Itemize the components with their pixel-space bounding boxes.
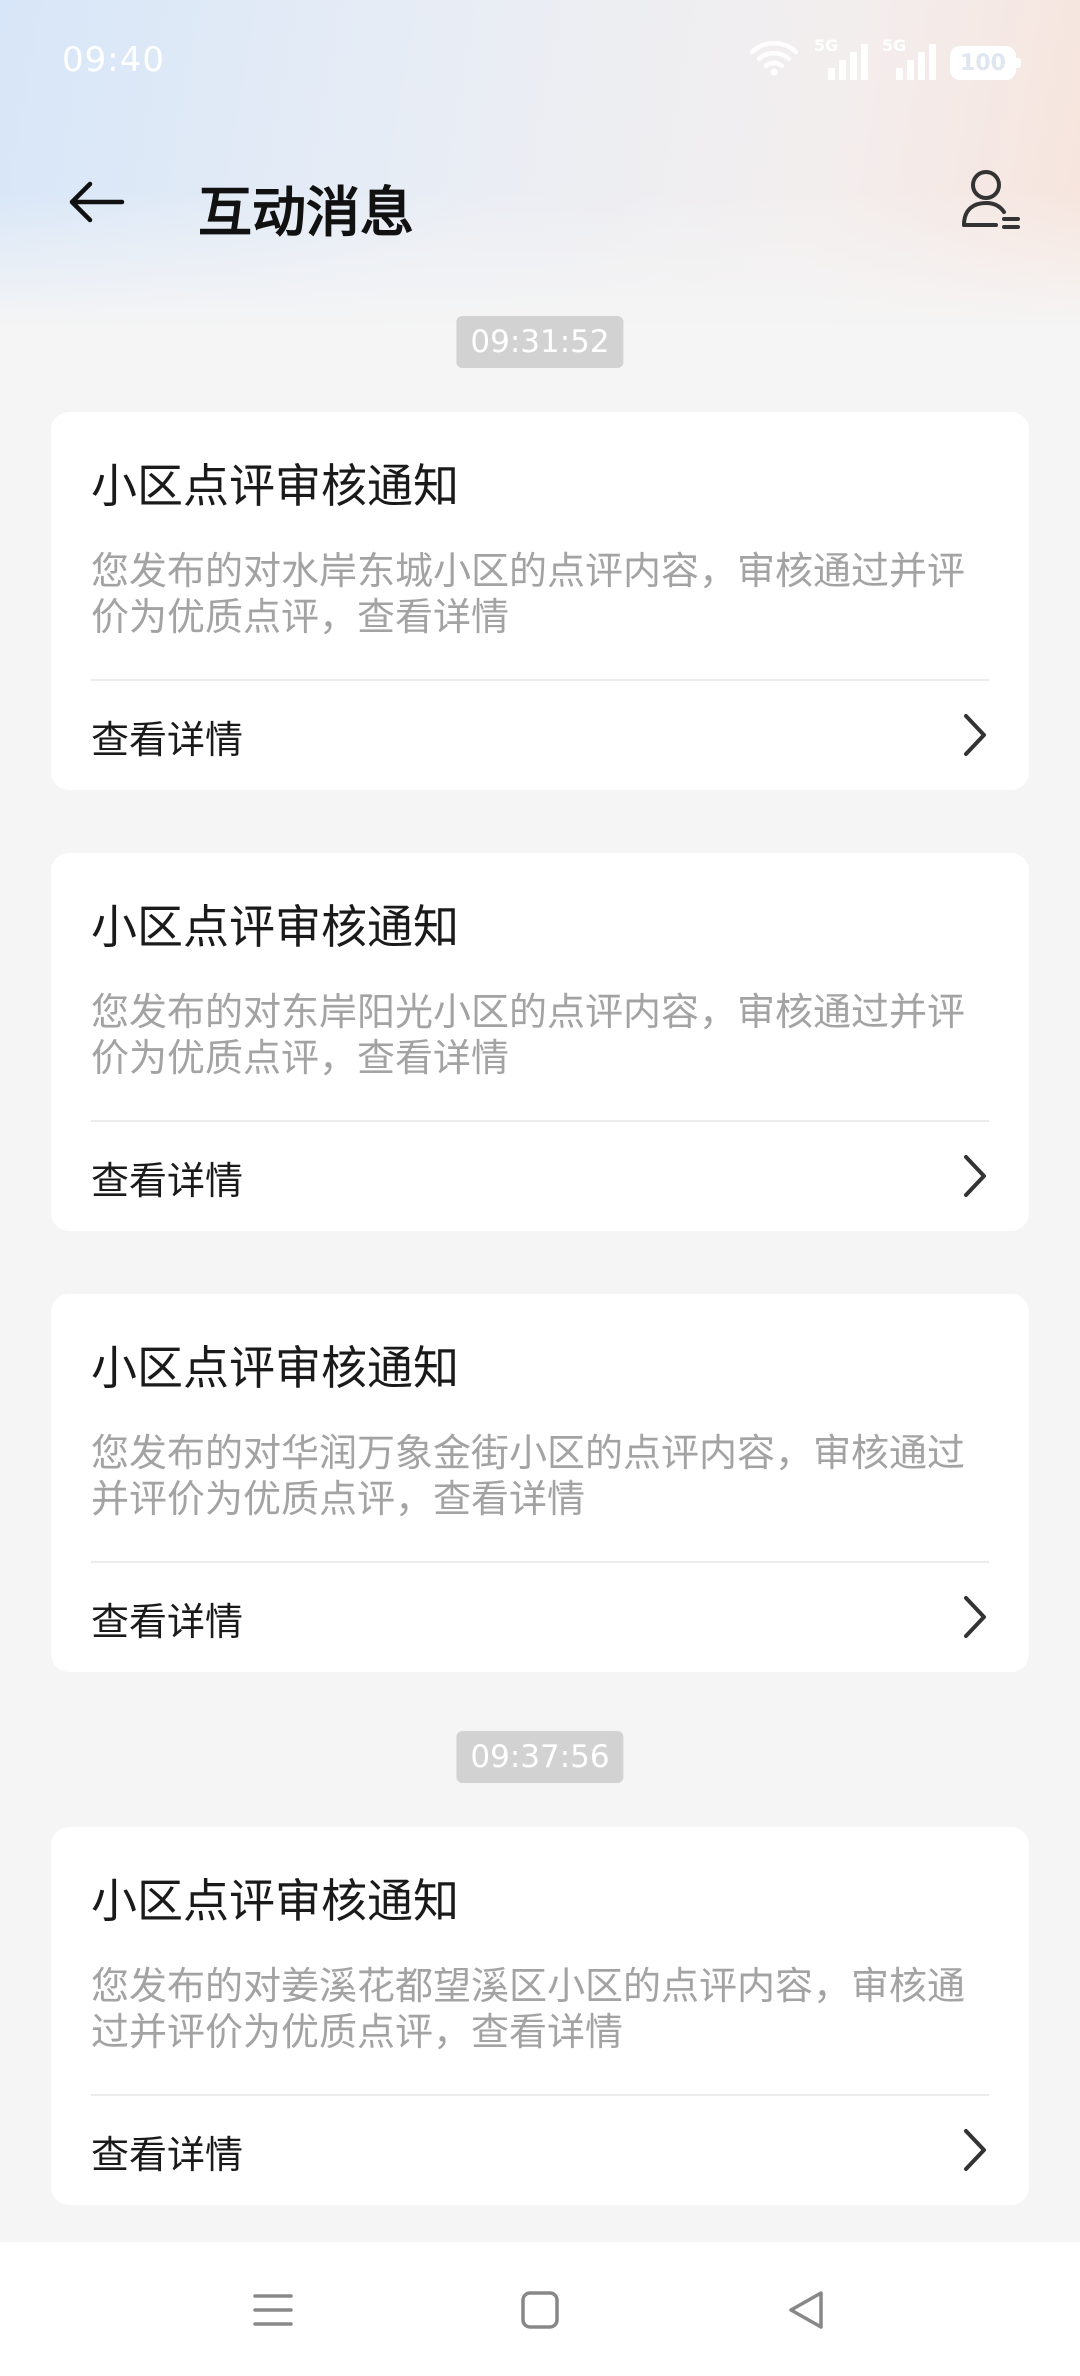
back-nav-button[interactable] (766, 2270, 846, 2350)
page-title: 互动消息 (198, 181, 414, 244)
time-separator: 09:31:52 (456, 316, 624, 368)
card-title: 小区点评审核通知 (91, 1341, 459, 1395)
notification-card: 小区点评审核通知 您发布的对姜溪花都望溪区小区的点评内容，审核通过并评价为优质点… (51, 1827, 1029, 2205)
status-icons: 5G 5G 100 (748, 36, 1021, 80)
signal-5g-icon: 5G (814, 36, 868, 80)
arrow-left-icon (69, 181, 125, 223)
chevron-right-icon (955, 2124, 995, 2176)
view-details-link[interactable]: 查看详情 (51, 2096, 1029, 2205)
view-details-link[interactable]: 查看详情 (51, 681, 1029, 790)
chevron-right-icon (955, 1150, 995, 1202)
back-button[interactable] (56, 162, 136, 242)
battery-level: 100 (960, 50, 1006, 76)
card-body: 您发布的对姜溪花都望溪区小区的点评内容，审核通过并评价为优质点评，查看详情 (91, 1964, 966, 2054)
profile-button[interactable] (952, 160, 1032, 240)
menu-icon (253, 2294, 293, 2326)
recent-apps-button[interactable] (233, 2270, 313, 2350)
card-title: 小区点评审核通知 (91, 900, 459, 954)
home-button[interactable] (500, 2270, 580, 2350)
time-separator: 09:37:56 (456, 1731, 624, 1783)
card-title: 小区点评审核通知 (91, 1874, 459, 1928)
view-details-label: 查看详情 (91, 1600, 244, 1644)
view-details-label: 查看详情 (91, 2133, 244, 2177)
view-details-link[interactable]: 查看详情 (51, 1563, 1029, 1672)
notification-card: 小区点评审核通知 您发布的对东岸阳光小区的点评内容，审核通过并评价为优质点评，查… (51, 853, 1029, 1231)
view-details-label: 查看详情 (91, 1159, 244, 1203)
status-bar: 09:40 5G 5G 100 (0, 0, 1080, 120)
card-body: 您发布的对水岸东城小区的点评内容，审核通过并评价为优质点评，查看详情 (91, 549, 966, 639)
back-triangle-icon (789, 2291, 823, 2329)
status-time: 09:40 (62, 40, 165, 80)
view-details-link[interactable]: 查看详情 (51, 1122, 1029, 1231)
battery-icon: 100 (950, 46, 1021, 80)
view-details-label: 查看详情 (91, 718, 244, 762)
wifi-icon (748, 38, 800, 80)
user-settings-icon (962, 170, 1020, 229)
card-body: 您发布的对华润万象金街小区的点评内容，审核通过并评价为优质点评，查看详情 (91, 1431, 966, 1521)
notification-card: 小区点评审核通知 您发布的对水岸东城小区的点评内容，审核通过并评价为优质点评，查… (51, 412, 1029, 790)
home-square-icon (521, 2291, 559, 2329)
card-body: 您发布的对东岸阳光小区的点评内容，审核通过并评价为优质点评，查看详情 (91, 990, 966, 1080)
chevron-right-icon (955, 709, 995, 761)
card-title: 小区点评审核通知 (91, 459, 459, 513)
notification-card: 小区点评审核通知 您发布的对华润万象金街小区的点评内容，审核通过并评价为优质点评… (51, 1294, 1029, 1672)
app-header: 互动消息 (0, 140, 1080, 260)
signal-5g-icon: 5G (882, 36, 936, 80)
system-nav-bar (0, 2242, 1080, 2376)
chevron-right-icon (955, 1591, 995, 1643)
